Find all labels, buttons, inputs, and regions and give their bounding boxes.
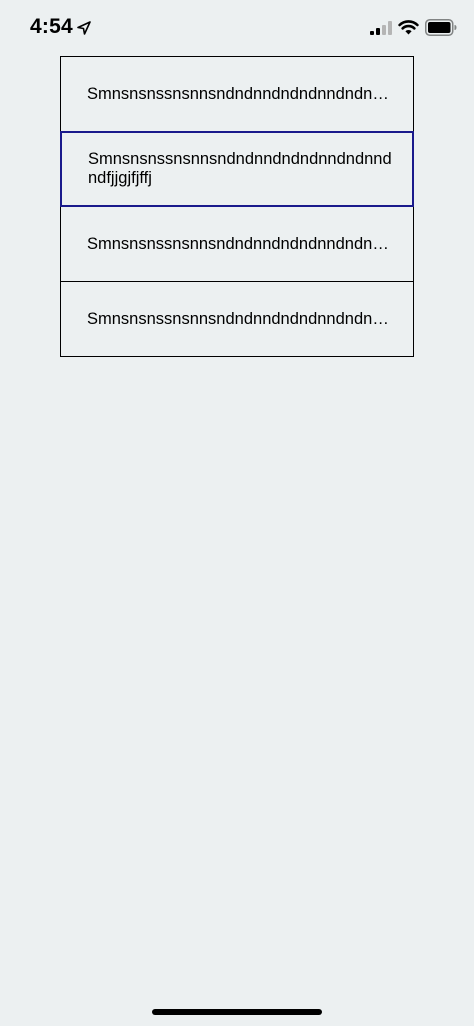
status-bar: 4:54: [0, 0, 474, 56]
status-time: 4:54: [30, 15, 73, 38]
list-item[interactable]: Smnsnsnssnsnnsndndnndndndnndndnndndfjjgj…: [60, 56, 414, 132]
text-list: Smnsnsnssnsnnsndndnndndndnndndnndndfjjgj…: [60, 56, 414, 357]
list-item-selected[interactable]: Smnsnsnssnsnnsndndnndndndnndndnndndfjjgj…: [60, 131, 414, 207]
list-item[interactable]: Smnsnsnssnsnnsndndnndndndnndndnndndfjjgj…: [60, 206, 414, 282]
list-item[interactable]: Smnsnsnssnsnnsndndnndndndnndndnndndfjjgj…: [60, 281, 414, 357]
list-item-text: Smnsnsnssnsnnsndndnndndndnndndnndndfjjgj…: [87, 234, 393, 253]
list-item-text: Smnsnsnssnsnnsndndnndndndnndndnndndfjjgj…: [88, 150, 392, 187]
wifi-icon: [398, 20, 419, 35]
battery-icon: [425, 19, 457, 36]
list-item-text: Smnsnsnssnsnnsndndnndndndnndndnndndfjjgj…: [87, 84, 393, 103]
location-arrow-icon: [77, 21, 91, 35]
list-item-text: Smnsnsnssnsnnsndndnndndndnndndnndndfjjgj…: [87, 309, 393, 328]
home-indicator[interactable]: [152, 1009, 322, 1015]
cellular-signal-icon: [370, 21, 392, 35]
